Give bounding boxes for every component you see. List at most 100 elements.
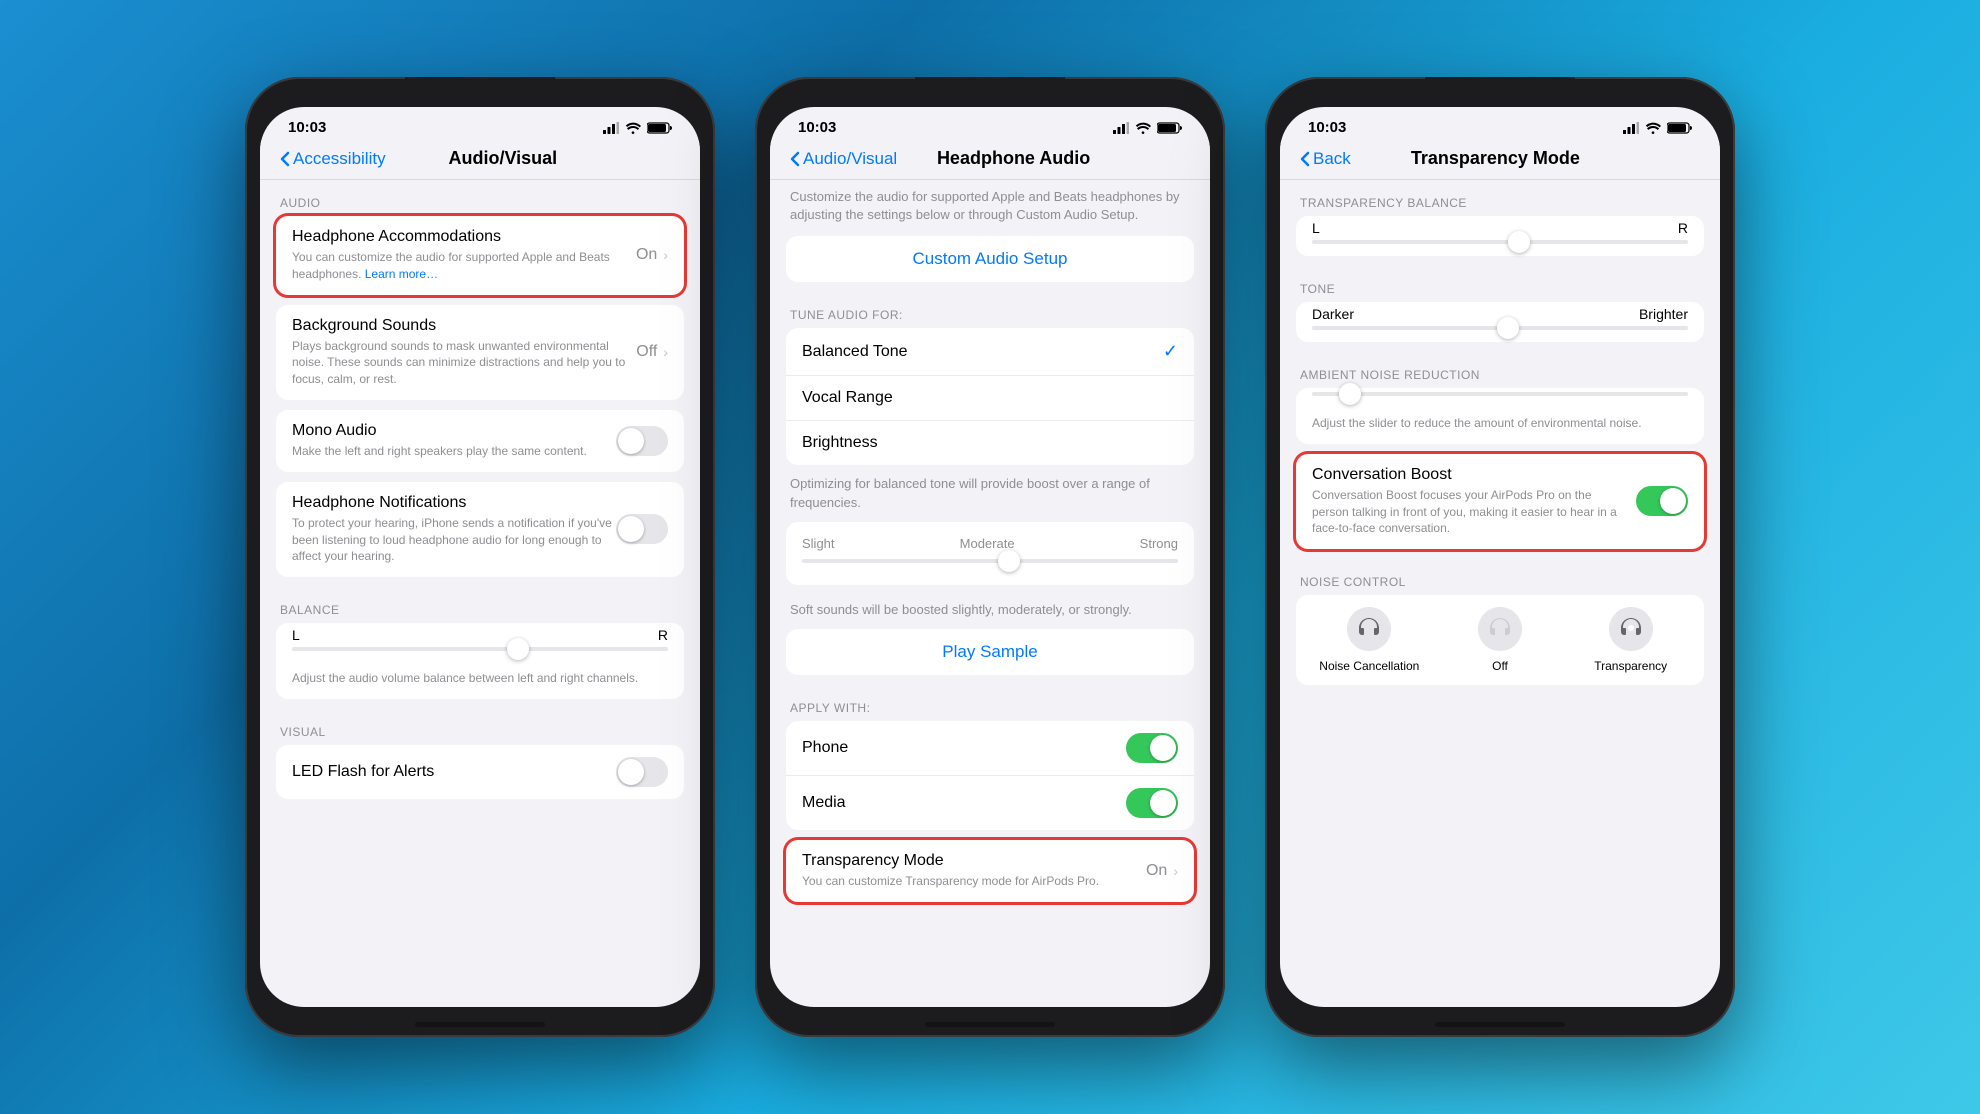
home-indicator-2 (925, 1022, 1055, 1027)
status-bar-1: 10:03 (260, 107, 700, 140)
media-toggle-content: Media (802, 794, 1126, 812)
phone-toggle-content: Phone (802, 739, 1126, 757)
status-icons-1 (603, 122, 672, 134)
intensity-labels-row: Slight Moderate Strong (786, 532, 1194, 555)
mono-audio-row[interactable]: Mono Audio Make the left and right speak… (276, 410, 684, 472)
screen-content-1[interactable]: AUDIO Headphone Accommodations You can c… (260, 180, 700, 1007)
noise-option-transparency[interactable]: Transparency (1565, 607, 1696, 673)
media-toggle-row[interactable]: Media (786, 776, 1194, 830)
soft-sounds-desc: Soft sounds will be boosted slightly, mo… (770, 595, 1210, 629)
noise-off-icon (1478, 607, 1522, 651)
status-bar-2: 10:03 (770, 107, 1210, 140)
balance-slider-thumb[interactable] (507, 638, 529, 660)
background-sounds-group: Background Sounds Plays background sound… (276, 305, 684, 400)
mono-audio-title: Mono Audio (292, 422, 616, 440)
led-flash-title: LED Flash for Alerts (292, 763, 616, 781)
intensity-slider-track[interactable] (802, 559, 1178, 563)
mono-audio-subtitle: Make the left and right speakers play th… (292, 443, 616, 460)
headphone-accommodations-value: On (636, 246, 657, 264)
led-flash-row[interactable]: LED Flash for Alerts (276, 745, 684, 799)
balance-labels: L R (292, 627, 668, 643)
wifi-icon-3 (1645, 122, 1661, 134)
ambient-noise-description: Adjust the slider to reduce the amount o… (1296, 411, 1704, 444)
tone-slider-track[interactable] (1312, 326, 1688, 330)
noise-option-off[interactable]: Off (1435, 607, 1566, 673)
home-indicator-3 (1435, 1022, 1565, 1027)
balance-left-label: L (292, 627, 300, 643)
tone-slider-thumb[interactable] (1497, 317, 1519, 339)
ambient-noise-slider-track[interactable] (1312, 392, 1688, 396)
chevron-left-icon-2 (790, 151, 800, 167)
phone-toggle[interactable] (1126, 733, 1178, 763)
tune-option-brightness[interactable]: Brightness (786, 421, 1194, 465)
conversation-boost-toggle[interactable] (1636, 486, 1688, 516)
phone-notch-3 (1425, 77, 1575, 107)
signal-icon-3 (1623, 122, 1639, 134)
transparency-balance-group: L R (1296, 216, 1704, 256)
led-flash-toggle[interactable] (616, 757, 668, 787)
conversation-boost-row[interactable]: Conversation Boost Conversation Boost fo… (1296, 454, 1704, 549)
led-flash-toggle-thumb (618, 759, 644, 785)
noise-cancellation-label: Noise Cancellation (1319, 659, 1419, 673)
headphone-notifications-toggle[interactable] (616, 514, 668, 544)
intensity-moderate: Moderate (960, 536, 1015, 551)
balance-slider-track[interactable] (292, 647, 668, 651)
headphone-notifications-title: Headphone Notifications (292, 494, 616, 512)
top-description-2: Customize the audio for supported Apple … (770, 180, 1210, 236)
conversation-boost-toggle-thumb (1660, 488, 1686, 514)
transparency-balance-track[interactable] (1312, 240, 1688, 244)
transparency-balance-right: R (1678, 220, 1688, 236)
ambient-noise-slider-thumb[interactable] (1339, 383, 1361, 405)
custom-audio-setup-btn[interactable]: Custom Audio Setup (786, 236, 1194, 282)
background-sounds-row[interactable]: Background Sounds Plays background sound… (276, 305, 684, 400)
mono-audio-content: Mono Audio Make the left and right speak… (292, 422, 616, 460)
transparency-balance-left: L (1312, 220, 1320, 236)
status-time-2: 10:03 (798, 119, 836, 136)
tune-option-balanced[interactable]: Balanced Tone ✓ (786, 328, 1194, 376)
background-sounds-subtitle: Plays background sounds to mask unwanted… (292, 338, 636, 388)
phone-screen-3: 10:03 Back Transparency Mode TRANSPARENC… (1280, 107, 1720, 1007)
intensity-slider-thumb[interactable] (998, 550, 1020, 572)
background-sounds-value: Off (636, 343, 657, 361)
tone-left-label: Darker (1312, 306, 1354, 322)
status-bar-3: 10:03 (1280, 107, 1720, 140)
transparency-balance-labels: L R (1312, 220, 1688, 236)
tune-option-vocal[interactable]: Vocal Range (786, 376, 1194, 421)
play-sample-btn[interactable]: Play Sample (786, 629, 1194, 675)
mono-audio-group: Mono Audio Make the left and right speak… (276, 410, 684, 472)
transparency-mode-row[interactable]: Transparency Mode You can customize Tran… (786, 840, 1194, 902)
led-flash-content: LED Flash for Alerts (292, 763, 616, 781)
noise-cancellation-icon (1347, 607, 1391, 651)
section-visual: VISUAL (260, 709, 700, 745)
headphone-accommodations-group: Headphone Accommodations You can customi… (276, 216, 684, 295)
learn-more-link[interactable]: Learn more… (365, 267, 438, 281)
noise-off-label: Off (1492, 659, 1508, 673)
transparency-mode-group: Transparency Mode You can customize Tran… (786, 840, 1194, 902)
headphone-accommodations-row[interactable]: Headphone Accommodations You can customi… (276, 216, 684, 295)
tone-slider-container: Darker Brighter (1296, 302, 1704, 342)
section-transparency-balance: TRANSPARENCY BALANCE (1280, 180, 1720, 216)
noise-option-cancellation[interactable]: Noise Cancellation (1304, 607, 1435, 673)
phone-screen-2: 10:03 Audio/Visual Headphone Audio Custo… (770, 107, 1210, 1007)
background-sounds-title: Background Sounds (292, 317, 636, 335)
transparency-mode-content: Transparency Mode You can customize Tran… (802, 852, 1146, 890)
section-audio: AUDIO (260, 180, 700, 216)
transparency-balance-thumb[interactable] (1508, 231, 1530, 253)
mono-audio-toggle[interactable] (616, 426, 668, 456)
tune-brightness-label: Brightness (802, 434, 1178, 452)
status-icons-2 (1113, 122, 1182, 134)
phone-notch-2 (915, 77, 1065, 107)
intensity-slight: Slight (802, 536, 835, 551)
screen-content-2[interactable]: Customize the audio for supported Apple … (770, 180, 1210, 1007)
phone-toggle-row[interactable]: Phone (786, 721, 1194, 776)
media-toggle[interactable] (1126, 788, 1178, 818)
conversation-boost-description: Conversation Boost focuses your AirPods … (1312, 487, 1624, 537)
balance-right-label: R (658, 627, 668, 643)
tone-group: Darker Brighter (1296, 302, 1704, 342)
background-sounds-chevron: › (663, 344, 668, 360)
balance-group: L R Adjust the audio volume balance betw… (276, 623, 684, 699)
headphone-notifications-row[interactable]: Headphone Notifications To protect your … (276, 482, 684, 577)
status-time-3: 10:03 (1308, 119, 1346, 136)
screen-content-3[interactable]: TRANSPARENCY BALANCE L R TONE Dark (1280, 180, 1720, 1007)
balance-description: Adjust the audio volume balance between … (276, 666, 684, 699)
